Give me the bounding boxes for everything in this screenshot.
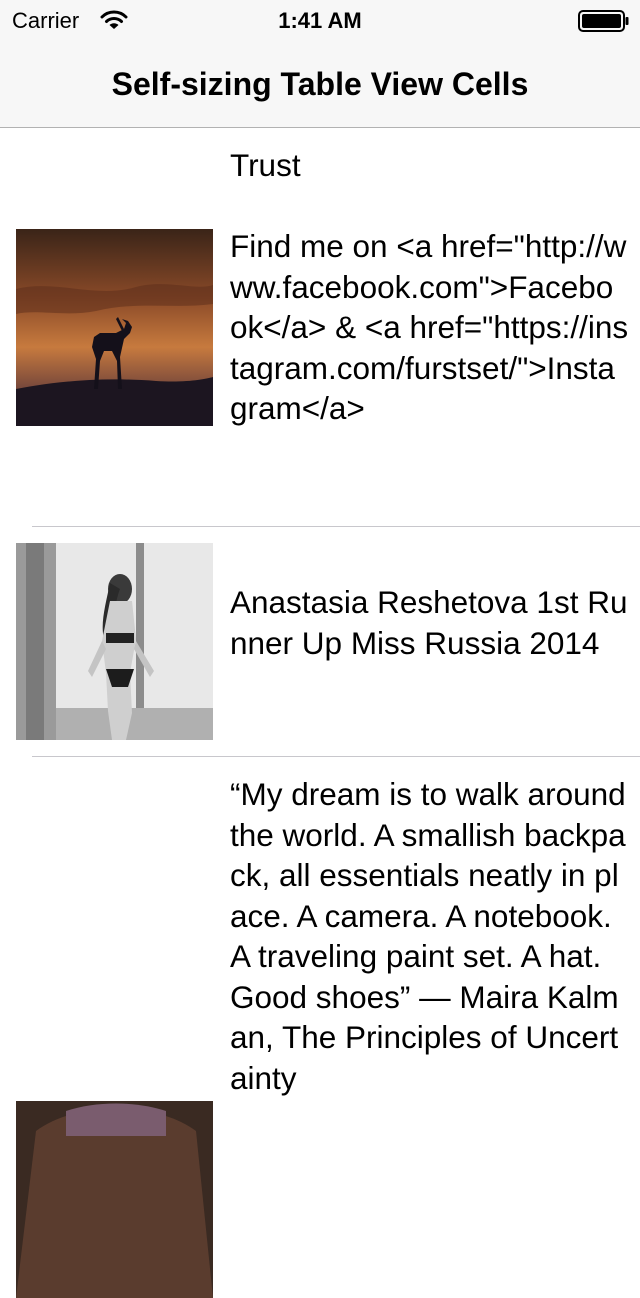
row-separator	[32, 756, 640, 757]
cell-text: Anastasia Reshetova 1st Runner Up Miss R…	[230, 584, 628, 661]
sunset-antelope-photo	[16, 229, 213, 426]
cell-text: “My dream is to walk around the world. A…	[230, 776, 626, 1096]
battery-icon	[578, 10, 630, 32]
page-title: Self-sizing Table View Cells	[111, 66, 529, 102]
black-white-portrait-photo	[16, 543, 213, 740]
row-separator	[32, 526, 640, 527]
cell-text: Find me on <a href="http://www.facebook.…	[230, 228, 629, 426]
partial-photo	[16, 1101, 213, 1298]
navigation-bar: Carrier 1:41 AM Self-sizing Table View C…	[0, 0, 640, 128]
cell-text: Trust	[230, 147, 301, 183]
status-time: 1:41 AM	[278, 8, 362, 33]
